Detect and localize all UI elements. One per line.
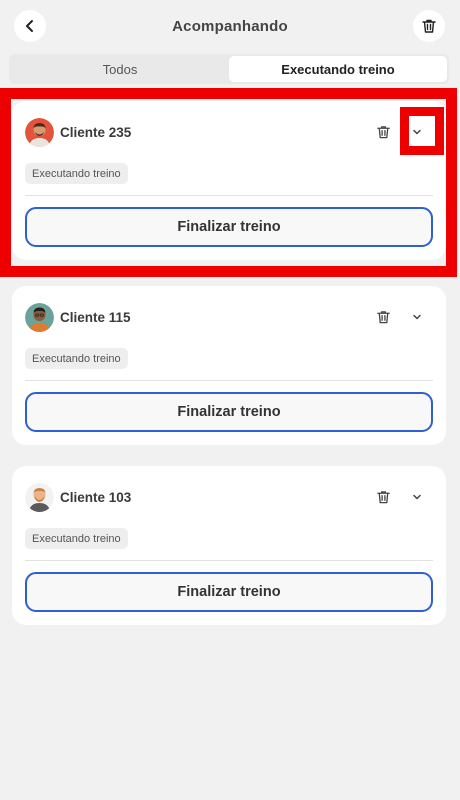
client-card: Cliente 103 Executando treino Finalizar … <box>12 466 446 625</box>
trash-icon <box>376 126 390 139</box>
avatar <box>25 302 54 332</box>
card-header: Cliente 103 <box>25 482 436 512</box>
delete-client-button[interactable] <box>374 488 392 506</box>
tab-executando-treino[interactable]: Executando treino <box>229 56 447 82</box>
chevron-down-icon <box>413 129 421 135</box>
status-badge: Executando treino <box>25 348 128 369</box>
card-header: Cliente 235 <box>25 117 436 147</box>
page-title: Acompanhando <box>172 17 288 35</box>
delete-all-button[interactable] <box>413 10 445 42</box>
expand-button[interactable] <box>408 123 426 141</box>
expand-button[interactable] <box>408 308 426 326</box>
divider <box>25 195 433 196</box>
filter-tabs: Todos Executando treino <box>9 54 449 84</box>
finish-workout-button[interactable]: Finalizar treino <box>25 572 433 612</box>
client-card: Cliente 115 Executando treino Finalizar … <box>12 286 446 445</box>
tab-todos[interactable]: Todos <box>11 56 229 82</box>
client-name: Cliente 103 <box>60 489 132 505</box>
card-header: Cliente 115 <box>25 302 436 332</box>
status-badge: Executando treino <box>25 163 128 184</box>
client-name: Cliente 235 <box>60 124 132 140</box>
trash-icon <box>422 19 436 33</box>
avatar <box>25 482 54 512</box>
avatar <box>25 117 54 147</box>
client-card: Cliente 235 Executando treino Finalizar … <box>12 101 446 260</box>
chevron-down-icon <box>413 314 421 320</box>
trash-icon <box>376 491 390 504</box>
chevron-left-icon <box>26 20 33 32</box>
delete-client-button[interactable] <box>374 123 392 141</box>
trash-icon <box>376 311 390 324</box>
divider <box>25 380 433 381</box>
finish-workout-button[interactable]: Finalizar treino <box>25 392 433 432</box>
back-button[interactable] <box>14 10 46 42</box>
header: Acompanhando <box>0 0 460 52</box>
client-name: Cliente 115 <box>60 309 131 325</box>
status-badge: Executando treino <box>25 528 128 549</box>
delete-client-button[interactable] <box>374 308 392 326</box>
chevron-down-icon <box>413 494 421 500</box>
divider <box>25 560 433 561</box>
expand-button[interactable] <box>408 488 426 506</box>
finish-workout-button[interactable]: Finalizar treino <box>25 207 433 247</box>
